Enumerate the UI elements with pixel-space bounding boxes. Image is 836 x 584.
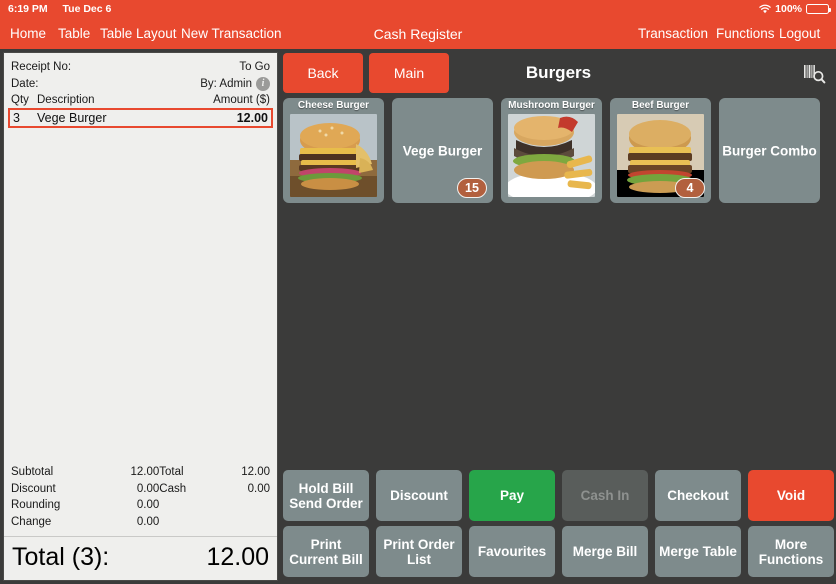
nav-home[interactable]: Home [10, 23, 46, 45]
totals-right-column: Total 12.00 Cash 0.00 [159, 464, 270, 530]
grand-total-label: Total (3): [12, 543, 110, 571]
change-value: 0.00 [136, 515, 160, 528]
action-row-primary: Hold Bill Send Order Discount Pay Cash I… [281, 470, 836, 526]
totals-left-column: Subtotal 12.00 Discount 0.00 Rounding 0.… [11, 464, 159, 530]
line-item-qty: 3 [13, 111, 20, 125]
rounding-label: Rounding [11, 499, 61, 511]
product-tiles-grid: Cheese Burger Vege Burger 15 Mushroom Bu… [281, 98, 836, 206]
info-icon[interactable]: i [256, 76, 270, 91]
more-functions-button[interactable]: More Functions [748, 526, 834, 577]
merge-bill-button[interactable]: Merge Bill [562, 526, 648, 577]
status-bar-left: 6:19 PM Tue Dec 6 [8, 3, 111, 15]
line-item-amount: 12.00 [236, 111, 268, 125]
totals-row-change: Change 0.00 [11, 514, 159, 531]
pos-app-window: 6:19 PM Tue Dec 6 100% Cash Register Hom… [0, 0, 836, 584]
discount-button[interactable]: Discount [376, 470, 462, 521]
status-date: Tue Dec 6 [62, 3, 112, 15]
nav-logout[interactable]: Logout [779, 23, 820, 45]
product-tile-beef-burger[interactable]: Beef Burger 4 [610, 98, 711, 203]
product-tile-label: Mushroom Burger [508, 100, 595, 111]
nav-table[interactable]: Table [58, 23, 90, 45]
print-current-bill-button[interactable]: Print Current Bill [283, 526, 369, 577]
grand-total-bar: Total (3): 12.00 [4, 536, 277, 580]
col-description-label: Description [37, 94, 95, 106]
nav-functions[interactable]: Functions [716, 23, 775, 45]
cash-label: Cash [159, 482, 187, 495]
receipt-panel: Receipt No: To Go Date: By: Admin i Qty … [3, 52, 278, 581]
product-tile-label: Burger Combo [722, 143, 817, 158]
receipt-operator: By: Admin [200, 77, 252, 90]
totals-row-cash: Cash 0.00 [159, 481, 270, 498]
receipt-column-headers: Qty Description Amount ($) [4, 92, 277, 108]
nav-transaction[interactable]: Transaction [638, 23, 708, 45]
totals-row-rounding: Rounding 0.00 [11, 497, 159, 514]
total-value: 12.00 [241, 466, 270, 478]
order-type-value: To Go [239, 60, 270, 73]
receipt-line-item[interactable]: 3 Vege Burger 12.00 [8, 108, 273, 128]
battery-percent: 100% [775, 3, 802, 15]
line-item-description: Vege Burger [37, 111, 107, 125]
receipt-items-list[interactable]: 3 Vege Burger 12.00 [4, 108, 277, 460]
receipt-totals: Subtotal 12.00 Discount 0.00 Rounding 0.… [4, 460, 277, 536]
pay-button[interactable]: Pay [469, 470, 555, 521]
subtotal-label: Subtotal [11, 466, 54, 478]
product-tile-cheese-burger[interactable]: Cheese Burger [283, 98, 384, 203]
top-bar: 6:19 PM Tue Dec 6 100% Cash Register Hom… [0, 0, 836, 49]
cash-in-button: Cash In [562, 470, 648, 521]
mushroom-burger-photo [508, 114, 595, 197]
ios-status-bar: 6:19 PM Tue Dec 6 100% [0, 2, 836, 17]
totals-row-total: Total 12.00 [159, 464, 270, 481]
cheese-burger-photo [290, 114, 377, 197]
print-order-list-button[interactable]: Print Order List [376, 526, 462, 577]
status-time: 6:19 PM [8, 3, 48, 15]
grand-total-value: 12.00 [206, 543, 269, 571]
cash-value: 0.00 [247, 482, 270, 495]
product-tile-label: Beef Burger [631, 100, 690, 111]
product-tile-burger-combo[interactable]: Burger Combo [719, 98, 820, 203]
action-row-secondary: Print Current Bill Print Order List Favo… [281, 526, 836, 582]
receipt-no-row: Receipt No: To Go [11, 58, 270, 75]
receipt-date-label: Date: [11, 77, 39, 90]
discount-label: Discount [11, 482, 56, 495]
product-panel: Back Main Burgers Cheese Burger Vege Bur… [281, 50, 836, 584]
nav-new-transaction[interactable]: New Transaction [181, 23, 282, 45]
change-label: Change [11, 515, 52, 528]
nav-bar: Cash Register Home Table Table Layout Ne… [0, 23, 836, 49]
nav-table-layout[interactable]: Table Layout [100, 23, 177, 45]
product-tile-mushroom-burger[interactable]: Mushroom Burger [501, 98, 602, 203]
barcode-search-icon[interactable] [802, 62, 826, 86]
product-quantity-badge: 4 [675, 178, 705, 198]
status-bar-right: 100% [759, 3, 831, 15]
total-label: Total [159, 466, 184, 478]
discount-value: 0.00 [136, 482, 160, 495]
favourites-button[interactable]: Favourites [469, 526, 555, 577]
battery-icon [806, 4, 831, 14]
subtotal-value: 12.00 [130, 466, 160, 478]
checkout-button[interactable]: Checkout [655, 470, 741, 521]
product-tile-label: Cheese Burger [297, 100, 370, 111]
totals-row-subtotal: Subtotal 12.00 [11, 464, 159, 481]
col-amount-label: Amount ($) [213, 94, 270, 106]
receipt-date-row: Date: By: Admin i [11, 75, 270, 92]
col-qty-label: Qty [11, 94, 29, 106]
product-tile-label: Vege Burger [402, 143, 483, 158]
receipt-header: Receipt No: To Go Date: By: Admin i [4, 53, 277, 92]
receipt-no-label: Receipt No: [11, 60, 72, 73]
product-panel-toolbar: Back Main Burgers [281, 50, 836, 98]
category-title: Burgers [525, 63, 592, 82]
rounding-value: 0.00 [136, 499, 160, 511]
wifi-icon [759, 4, 771, 14]
product-quantity-badge: 15 [457, 178, 487, 198]
totals-row-discount: Discount 0.00 [11, 481, 159, 498]
product-tile-vege-burger[interactable]: Vege Burger 15 [392, 98, 493, 203]
action-button-area: Hold Bill Send Order Discount Pay Cash I… [281, 470, 836, 582]
void-button[interactable]: Void [748, 470, 834, 521]
merge-table-button[interactable]: Merge Table [655, 526, 741, 577]
hold-bill-send-order-button[interactable]: Hold Bill Send Order [283, 470, 369, 521]
